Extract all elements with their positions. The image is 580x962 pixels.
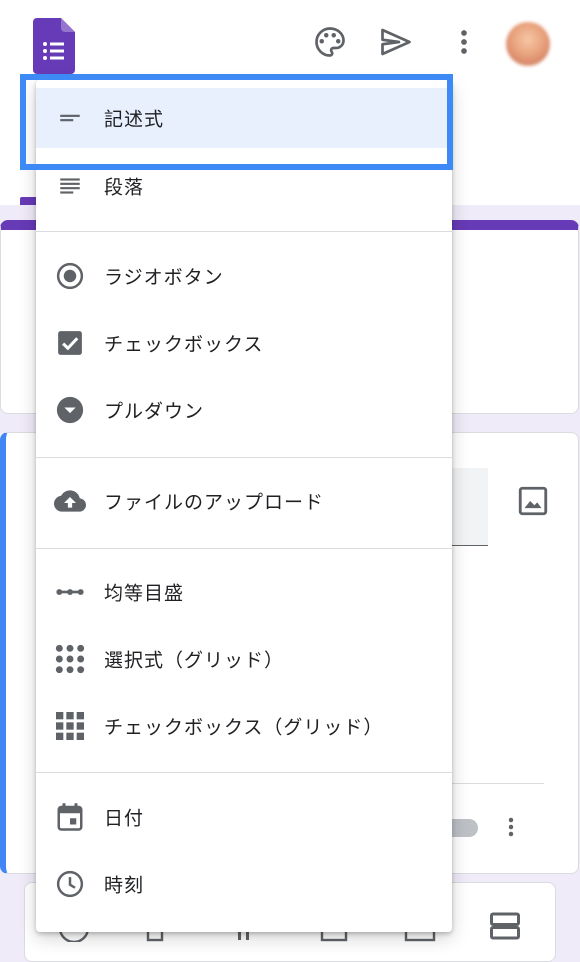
image-icon[interactable] <box>516 484 550 518</box>
paragraph-icon <box>54 170 86 202</box>
send-icon[interactable] <box>378 24 414 60</box>
menu-item-checkboxes[interactable]: チェックボックス <box>36 313 452 373</box>
grid-squares-icon <box>54 710 86 742</box>
clock-icon <box>54 868 86 900</box>
menu-item-label: 段落 <box>104 176 145 199</box>
menu-item-checkbox-grid[interactable]: チェックボックス（グリッド） <box>36 696 452 756</box>
checkbox-icon <box>54 327 86 359</box>
radio-button-icon <box>54 260 86 292</box>
calendar-icon <box>54 801 86 833</box>
more-vert-icon[interactable] <box>446 24 482 60</box>
menu-item-file-upload[interactable]: ファイルのアップロード <box>36 471 452 531</box>
menu-item-short-answer[interactable]: 記述式 <box>36 88 452 148</box>
menu-item-multiple-choice[interactable]: ラジオボタン <box>36 246 452 306</box>
question-footer-divider <box>450 783 544 784</box>
menu-item-paragraph[interactable]: 段落 <box>36 156 452 216</box>
menu-item-dropdown[interactable]: プルダウン <box>36 380 452 440</box>
menu-item-time[interactable]: 時刻 <box>36 854 452 914</box>
menu-item-label: 時刻 <box>104 874 145 897</box>
avatar[interactable] <box>506 22 550 66</box>
menu-item-label: 日付 <box>104 807 145 830</box>
palette-icon[interactable] <box>312 24 348 60</box>
menu-item-label: ファイルのアップロード <box>104 491 325 514</box>
menu-divider <box>36 772 452 773</box>
short-text-icon <box>54 102 86 134</box>
menu-item-label: チェックボックス <box>104 333 264 356</box>
linear-scale-icon <box>54 576 86 608</box>
menu-item-date[interactable]: 日付 <box>36 787 452 847</box>
menu-item-label: 記述式 <box>104 108 165 131</box>
menu-item-label: チェックボックス（グリッド） <box>104 716 384 739</box>
menu-item-label: 均等目盛 <box>104 582 185 605</box>
menu-item-label: 選択式（グリッド） <box>104 649 285 672</box>
menu-item-linear-scale[interactable]: 均等目盛 <box>36 562 452 622</box>
menu-item-multiple-choice-grid[interactable]: 選択式（グリッド） <box>36 629 452 689</box>
question-type-menu: 記述式 段落 ラジオボタン チェックボックス プルダウン ファイルのアップロード <box>36 80 452 932</box>
menu-item-label: プルダウン <box>104 400 205 423</box>
add-section-icon[interactable] <box>487 908 523 944</box>
menu-divider <box>36 457 452 458</box>
dropdown-icon <box>54 394 86 426</box>
google-forms-icon[interactable] <box>33 18 75 74</box>
more-vert-icon[interactable] <box>497 810 525 844</box>
grid-dots-icon <box>54 643 86 675</box>
menu-divider <box>36 231 452 232</box>
cloud-upload-icon <box>54 485 86 517</box>
menu-item-label: ラジオボタン <box>104 266 224 289</box>
menu-divider <box>36 548 452 549</box>
